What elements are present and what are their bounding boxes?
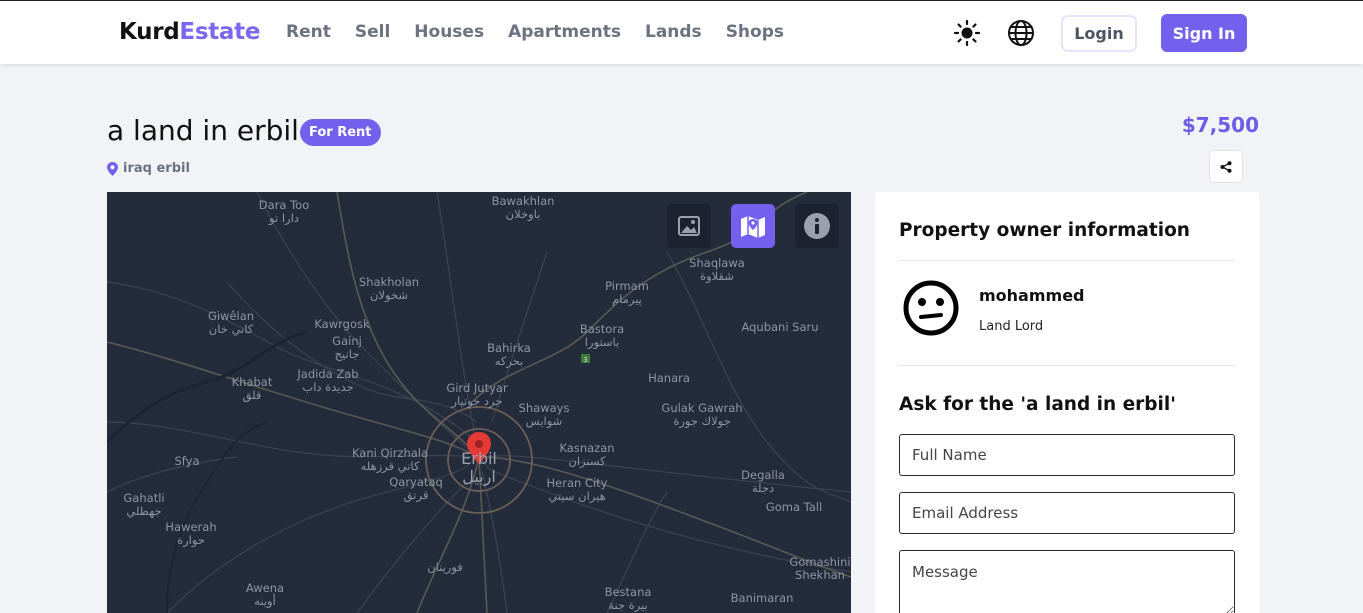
listing-price: $7,500 — [1181, 113, 1259, 137]
brand-logo-part2: Estate — [179, 19, 261, 45]
map-label-goma-tall: Goma Tall — [765, 500, 823, 514]
map-label-bestana: Bestana بيرة جنة — [604, 585, 652, 612]
map-label-jadida-zab: Jadida Zab جديدة داب — [297, 367, 359, 394]
map-label-hawerah: Hawerah حوارة — [165, 520, 217, 547]
map-label-shakholan: Shakholan شخولان — [358, 275, 420, 302]
nav-links: Rent Sell Houses Apartments Lands Shops — [286, 22, 808, 42]
map-label-kani-qirzhala: Kani Qirzhala كاني قرزهله — [351, 446, 429, 473]
map-label-sfya: Sfya — [174, 454, 200, 468]
full-name-input[interactable] — [899, 434, 1235, 476]
info-icon — [804, 213, 830, 239]
share-icon — [1220, 160, 1232, 173]
login-button[interactable]: Login — [1061, 15, 1137, 52]
map-label-awena: Awena أوينه — [245, 581, 285, 608]
map-label-aqubani-saru: Aqubani Saru — [741, 320, 819, 334]
map-label-degalla: Degalla دجلة — [741, 468, 785, 495]
map-view-button[interactable] — [731, 204, 775, 248]
share-button[interactable] — [1209, 150, 1243, 183]
map-label-kasnazan: Kasnazan كسنزان — [559, 441, 615, 468]
brand-logo-part1: Kurd — [119, 19, 180, 45]
theme-toggle-sun-icon[interactable] — [953, 19, 981, 47]
brand-logo[interactable]: KurdEstate — [119, 19, 260, 45]
map-label-pirmam: Pirmam پیرمام — [605, 279, 649, 306]
owner-role: Land Lord — [979, 319, 1044, 334]
nav-link-sell[interactable]: Sell — [355, 22, 390, 42]
property-map[interactable]: 3 Dara Too دارا تو Bawakhlan باوخلان Shakh… — [107, 192, 851, 613]
inquiry-heading: Ask for the 'a land in erbil' — [899, 394, 1176, 415]
map-label-bawakhlan: Bawakhlan باوخلان — [491, 194, 555, 221]
nav-link-lands[interactable]: Lands — [645, 22, 702, 42]
gallery-view-button[interactable] — [667, 204, 711, 248]
listing-status-badge: For Rent — [300, 119, 381, 146]
map-label-qaryataq: Qaryataq قرتق — [389, 475, 443, 502]
map-label-bahirka: Bahirka بحركه — [487, 341, 531, 368]
map-label-foreynan: فورينان — [427, 560, 463, 574]
nav-link-rent[interactable]: Rent — [286, 22, 331, 42]
top-navbar: KurdEstate Rent Sell Houses Apartments L… — [0, 0, 1363, 64]
map-icon — [741, 216, 765, 238]
owner-panel-heading: Property owner information — [899, 220, 1190, 241]
email-input[interactable] — [899, 492, 1235, 534]
nav-link-apartments[interactable]: Apartments — [508, 22, 621, 42]
map-label-khabat: Khabat قلق — [231, 375, 273, 402]
language-globe-icon[interactable] — [1007, 19, 1035, 47]
image-icon — [678, 216, 700, 236]
map-pin-icon — [107, 161, 118, 176]
map-label-giwelan: Giwêlan كاني خان — [207, 309, 255, 336]
map-label-shaways: Shaways شوايس — [518, 401, 570, 428]
map-label-dara-too: Dara Too دارا تو — [258, 198, 310, 225]
map-label-hanara: Hanara — [648, 371, 690, 385]
listing-location-text: iraq erbil — [123, 161, 190, 176]
map-label-gird-jutyar: Gird Jutyar جرد جوتيار — [446, 381, 508, 408]
message-textarea[interactable] — [899, 550, 1235, 613]
map-label-gahatli: Gahatli جهطلي — [123, 491, 165, 518]
map-label-gulak-gawrah: Gulak Gawrah جولاك جورة — [661, 401, 743, 428]
map-label-banimaran: Banimaran — [730, 591, 794, 605]
divider — [899, 365, 1235, 366]
owner-avatar-neutral-face-icon — [903, 280, 959, 336]
map-label-gainj: Gainj جانيج — [332, 334, 362, 361]
owner-name: mohammed — [979, 286, 1085, 305]
map-label-erbil: Erbil اربيل — [461, 449, 497, 486]
sign-in-button[interactable]: Sign In — [1161, 14, 1247, 52]
nav-link-houses[interactable]: Houses — [414, 22, 484, 42]
map-label-heran-city: Heran City هيران سيتي — [546, 476, 608, 503]
owner-info-panel: Property owner information mohammed Land… — [875, 192, 1259, 613]
map-label-bastora: Bastora باستورا — [579, 322, 625, 349]
map-label-shaqlawa: Shaqlawa شقلاوة — [689, 256, 745, 283]
map-label-gomashini: Gomashini Shekhan — [789, 555, 851, 582]
info-view-button[interactable] — [795, 204, 839, 248]
listing-title: a land in erbil — [107, 114, 299, 147]
listing-location: iraq erbil — [107, 161, 190, 176]
svg-text:3: 3 — [583, 356, 587, 364]
divider — [899, 260, 1235, 261]
map-label-kawrgosk: Kawrgosk — [314, 317, 370, 331]
nav-link-shops[interactable]: Shops — [726, 22, 784, 42]
